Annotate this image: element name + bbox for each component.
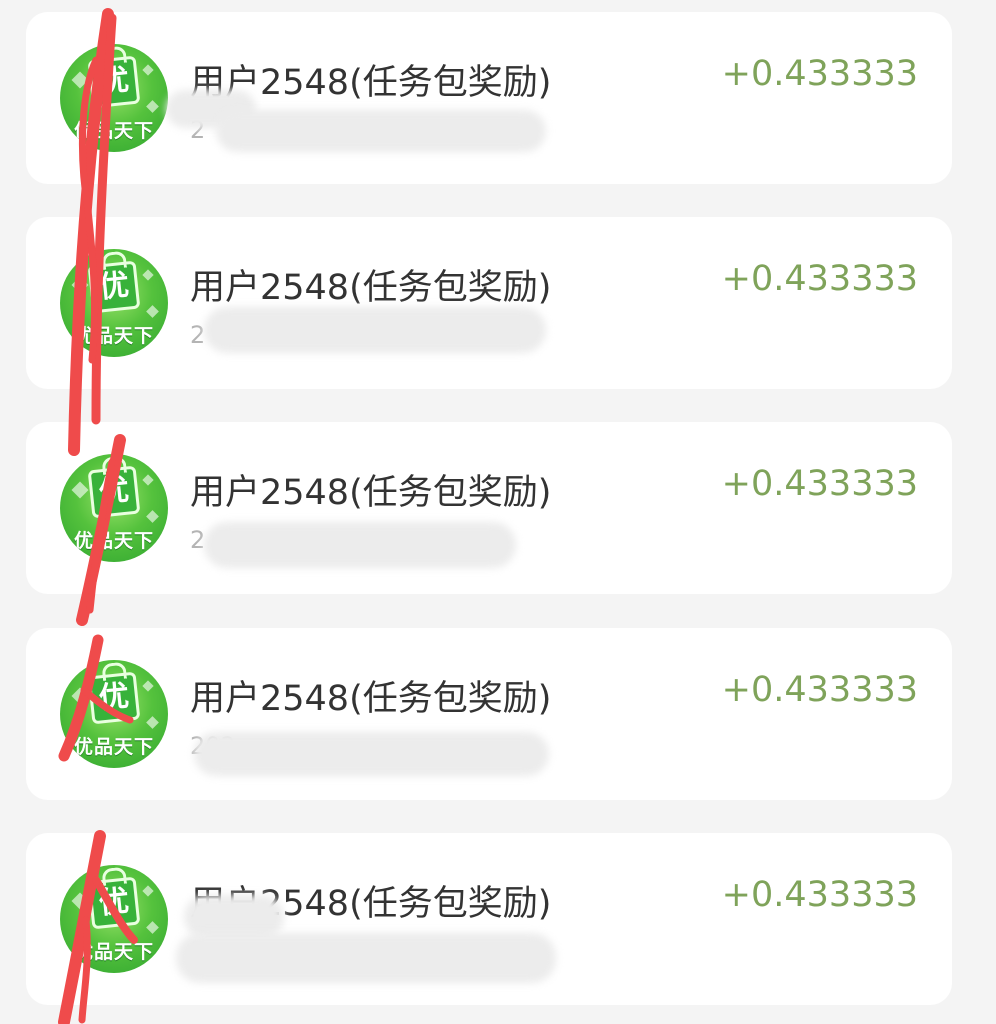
sparkle-icon	[142, 64, 154, 76]
sparkle-icon	[142, 680, 154, 692]
avatar: 优 优品天下	[60, 865, 168, 973]
record-amount: +0.433333	[721, 259, 918, 299]
avatar: 优 优品天下	[60, 249, 168, 357]
sparkle-icon	[146, 921, 159, 934]
list-item[interactable]: 优 优品天下 用户2548(任务包奖励) +0.433333 2	[26, 217, 952, 389]
list-item[interactable]: 优 优品天下 用户2548(任务包奖励) +0.433333 2	[26, 833, 952, 1005]
sparkle-icon	[146, 100, 159, 113]
sparkle-icon	[142, 885, 154, 897]
sparkle-icon	[146, 510, 159, 523]
shopping-bag-icon: 优	[87, 465, 141, 519]
avatar: 优 优品天下	[60, 660, 168, 768]
record-amount: +0.433333	[721, 875, 918, 915]
list-item[interactable]: 优 优品天下 用户2548(任务包奖励) +0.433333 2	[26, 422, 952, 594]
avatar-brand-text: 优品天下	[73, 120, 154, 142]
shopping-bag-icon: 优	[87, 876, 141, 930]
sparkle-icon	[71, 892, 89, 910]
sparkle-icon	[71, 481, 89, 499]
sparkle-icon	[71, 71, 89, 89]
sparkle-icon	[146, 305, 159, 318]
shopping-bag-icon: 优	[87, 260, 141, 314]
sparkle-icon	[71, 687, 89, 705]
record-amount: +0.433333	[721, 464, 918, 504]
record-amount: +0.433333	[721, 670, 918, 710]
record-title: 用户2548(任务包奖励)	[190, 268, 552, 308]
sparkle-icon	[146, 716, 159, 729]
sparkle-icon	[71, 276, 89, 294]
redaction-blur	[204, 522, 516, 568]
record-timestamp: 2	[190, 526, 206, 554]
redaction-blur	[204, 307, 546, 353]
redaction-blur	[216, 110, 546, 152]
avatar-brand-text: 优品天下	[73, 736, 154, 758]
shopping-bag-icon: 优	[87, 671, 141, 725]
reward-record-list: 优 优品天下 用户2548(任务包奖励) +0.433333 2 优 优品天下 …	[0, 0, 996, 1024]
sparkle-icon	[142, 474, 154, 486]
list-item[interactable]: 优 优品天下 用户2548(任务包奖励) +0.433333 202	[26, 628, 952, 800]
avatar-brand-text: 优品天下	[73, 530, 154, 552]
record-amount: +0.433333	[721, 54, 918, 94]
redaction-blur	[194, 732, 549, 776]
record-timestamp: 2	[190, 321, 206, 349]
list-item[interactable]: 优 优品天下 用户2548(任务包奖励) +0.433333 2	[26, 12, 952, 184]
redaction-blur	[176, 933, 556, 983]
avatar-brand-text: 优品天下	[73, 325, 154, 347]
shopping-bag-icon: 优	[87, 55, 141, 109]
sparkle-icon	[142, 269, 154, 281]
avatar: 优 优品天下	[60, 454, 168, 562]
record-title: 用户2548(任务包奖励)	[190, 679, 552, 719]
record-title: 用户2548(任务包奖励)	[190, 473, 552, 513]
avatar: 优 优品天下	[60, 44, 168, 152]
avatar-brand-text: 优品天下	[73, 941, 154, 963]
